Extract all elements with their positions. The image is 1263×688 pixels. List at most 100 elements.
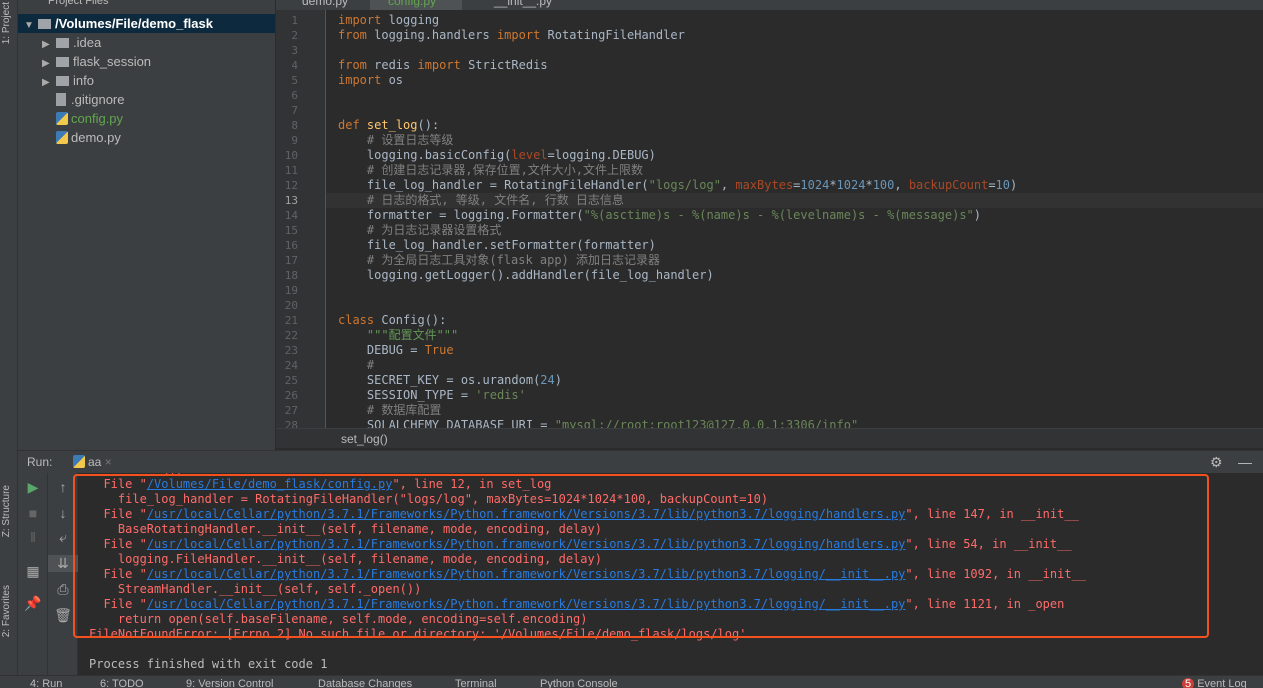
todo-tool-tab[interactable]: 6: TODO bbox=[100, 676, 144, 688]
scroll-to-end-icon[interactable]: ⇊ bbox=[48, 555, 78, 572]
console-text: BaseRotatingHandler.__init__(self, filen… bbox=[117, 522, 602, 536]
soft-wrap-icon[interactable]: ⤶ bbox=[48, 529, 78, 546]
close-icon[interactable]: × bbox=[105, 455, 112, 469]
code-line: SECRET_KEY = os.urandom(24) bbox=[338, 373, 562, 388]
line-number: 13 bbox=[284, 194, 298, 207]
python-console-tool-tab[interactable]: Python Console bbox=[540, 676, 618, 688]
tree-root[interactable]: ▼/Volumes/File/demo_flask bbox=[18, 14, 275, 33]
line-number: 5 bbox=[291, 74, 298, 87]
line-number: 17 bbox=[284, 254, 298, 267]
tree-item[interactable]: ▶ .idea bbox=[18, 33, 275, 52]
code-token: import bbox=[338, 73, 382, 87]
console-line: FileNotFoundError: [Errno 2] No such fil… bbox=[89, 627, 746, 642]
rerun-icon[interactable]: ▶ bbox=[18, 479, 48, 496]
code-token: logging.getLogger().addHandler(file_log_… bbox=[338, 268, 714, 282]
code-token: SESSION_TYPE = bbox=[338, 388, 476, 402]
code-line: # 创建日志记录器,保存位置,文件大小,文件上限数 bbox=[338, 163, 643, 178]
up-arrow-icon[interactable]: ↑ bbox=[48, 479, 78, 495]
console-toolbar: ↑ ↓ ⤶ ⇊ ⎙ 🗑 bbox=[48, 473, 78, 675]
console-line: StreamHandler.__init__(self, self._open(… bbox=[89, 582, 421, 597]
line-number: 16 bbox=[284, 239, 298, 252]
left-tool-strip: 1: Project Z: Structure 2: Favorites bbox=[0, 0, 18, 675]
tree-item[interactable]: ▶ info bbox=[18, 71, 275, 90]
tree-item[interactable]: ▶ flask_session bbox=[18, 52, 275, 71]
code-token: def bbox=[338, 118, 360, 132]
line-number: 7 bbox=[291, 104, 298, 117]
run-label: Run: bbox=[27, 455, 53, 469]
code-token: formatter = logging.Formatter( bbox=[338, 208, 584, 222]
code-token: import bbox=[338, 13, 382, 27]
breadcrumb[interactable]: set_log() bbox=[276, 428, 1263, 448]
database-changes-tool-tab[interactable]: Database Changes bbox=[318, 676, 412, 688]
structure-tool-tab[interactable]: Z: Structure bbox=[1, 485, 12, 537]
line-number: 21 bbox=[284, 314, 298, 327]
code-token: set_log bbox=[366, 118, 418, 132]
stop-icon[interactable]: ■ bbox=[18, 505, 48, 521]
code-token: * bbox=[865, 178, 873, 192]
run-console[interactable]: set_log() File "/Volumes/File/demo_flask… bbox=[78, 473, 1263, 675]
project-tool-tab[interactable]: 1: Project bbox=[1, 2, 12, 44]
project-view-selector[interactable]: Project Files bbox=[18, 0, 275, 10]
code-token: # 日志的格式, 等级, 文件名, 行数 日志信息 bbox=[338, 193, 624, 207]
version-control-tool-tab[interactable]: 9: Version Control bbox=[186, 676, 273, 688]
code-token: SECRET_KEY = os.urandom( bbox=[338, 373, 541, 387]
file-link[interactable]: /usr/local/Cellar/python/3.7.1/Framework… bbox=[147, 537, 906, 551]
code-token: Config(): bbox=[374, 313, 447, 327]
console-text: set_log() bbox=[118, 473, 183, 476]
code-token: ) bbox=[554, 373, 562, 387]
pin-icon[interactable]: 📌 bbox=[18, 595, 48, 612]
down-arrow-icon[interactable]: ↓ bbox=[48, 505, 78, 521]
code-token: maxBytes bbox=[735, 178, 794, 192]
run-tool-tab[interactable]: 4: Run bbox=[30, 676, 62, 688]
tree-item[interactable]: config.py bbox=[18, 109, 275, 128]
code-token: # 创建日志记录器,保存位置,文件大小,文件上限数 bbox=[338, 163, 644, 177]
code-token: from bbox=[338, 58, 367, 72]
project-panel: Project Files ▼/Volumes/File/demo_flask … bbox=[18, 0, 276, 450]
tree-item[interactable]: .gitignore bbox=[18, 90, 275, 109]
pause-icon[interactable]: ‖ bbox=[18, 529, 48, 545]
console-text: logging.FileHandler.__init__(self, filen… bbox=[117, 552, 602, 566]
tree-item[interactable]: demo.py bbox=[18, 128, 275, 147]
console-text: File " bbox=[103, 477, 147, 491]
layout-icon[interactable]: ▦ bbox=[18, 563, 48, 580]
console-text: FileNotFoundError: [Errno 2] No such fil… bbox=[89, 627, 747, 641]
code-editor[interactable]: 1 2 3 4 5 6 7 8 9 10 11 12 13 14 15 16 17 18 19 20 21 22 23 24 2… bbox=[276, 10, 1263, 428]
tab-demo-py[interactable]: demo.py bbox=[284, 0, 364, 10]
code-line: # 为日志记录器设置格式 bbox=[338, 223, 501, 238]
line-gutter: 1 2 3 4 5 6 7 8 9 10 11 12 13 14 15 16 17 18 19 20 21 22 23 24 2… bbox=[276, 10, 326, 428]
console-text: ", line 54, in __init__ bbox=[905, 537, 1072, 551]
console-text: Process finished with exit code 1 bbox=[89, 657, 328, 671]
code-token: 1024 bbox=[836, 178, 866, 192]
code-line: # 日志的格式, 等级, 文件名, 行数 日志信息 bbox=[338, 193, 624, 208]
gear-icon[interactable]: ⚙ bbox=[1210, 451, 1223, 473]
event-log-button[interactable]: 5 Event Log bbox=[1182, 676, 1247, 688]
text-file-icon bbox=[56, 93, 66, 106]
code-token: (): bbox=[417, 118, 440, 132]
tab-config-py[interactable]: config.py bbox=[370, 0, 462, 10]
code-token: , bbox=[720, 178, 736, 192]
terminal-tool-tab[interactable]: Terminal bbox=[455, 676, 497, 688]
code-token: "%(asctime)s - %(name)s - %(levelname)s … bbox=[583, 208, 974, 222]
file-link[interactable]: /usr/local/Cellar/python/3.7.1/Framework… bbox=[147, 567, 906, 581]
file-link[interactable]: /Volumes/File/demo_flask/config.py bbox=[147, 477, 393, 491]
tab-init-py[interactable]: __init__.py bbox=[476, 0, 566, 10]
line-number: 2 bbox=[291, 29, 298, 42]
trash-icon[interactable]: 🗑 bbox=[48, 607, 78, 624]
minimize-icon[interactable]: — bbox=[1238, 451, 1252, 473]
file-link[interactable]: /usr/local/Cellar/python/3.7.1/Framework… bbox=[147, 597, 906, 611]
run-config-tab[interactable]: aa × bbox=[73, 451, 112, 473]
code-line: formatter = logging.Formatter("%(asctime… bbox=[338, 208, 981, 223]
line-number: 12 bbox=[284, 179, 298, 192]
favorites-tool-tab[interactable]: 2: Favorites bbox=[1, 585, 12, 637]
file-link[interactable]: /usr/local/Cellar/python/3.7.1/Framework… bbox=[147, 507, 906, 521]
python-file-icon bbox=[56, 112, 68, 125]
tree-item-label: config.py bbox=[71, 111, 124, 126]
code-token: redis bbox=[366, 58, 418, 72]
console-text: ", line 1121, in _open bbox=[905, 597, 1065, 611]
print-icon[interactable]: ⎙ bbox=[48, 581, 78, 598]
code-line: # 设置日志等级 bbox=[338, 133, 453, 148]
run-panel-header: Run: aa × ⚙ — bbox=[18, 450, 1263, 473]
line-number: 11 bbox=[284, 164, 298, 177]
code-token: SQLALCHEMY_DATABASE_URI = bbox=[338, 418, 555, 428]
line-number: 22 bbox=[284, 329, 298, 342]
